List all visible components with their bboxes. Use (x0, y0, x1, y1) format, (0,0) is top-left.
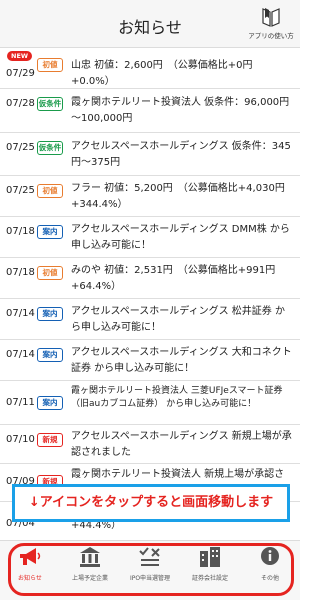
item-text: アクセルスペースホールディングス 新規上場が承認されました (71, 431, 292, 458)
tab-label: その他 (260, 575, 279, 582)
app-header: お知らせ アプリの使い方 (0, 0, 300, 48)
list-item[interactable]: 07/11 案内 霞ヶ関ホテルリート投資法人 三菱UFJeスマート証券（旧auカ… (0, 381, 300, 425)
category-badge: 初値 (37, 58, 63, 72)
list-item[interactable]: 07/18 初値 みのや 初値：2,531円 （公募価格比+991円 +64.4… (0, 258, 300, 299)
item-text: 山忠 初値：2,600円 （公募価格比+0円 +0.0%） (71, 60, 263, 87)
checklist-icon (139, 547, 160, 566)
item-date: 07/29 (6, 68, 35, 79)
list-item[interactable]: 07/28 仮条件 霞ヶ関ホテルリート投資法人 仮条件：96,000円～100,… (0, 89, 300, 133)
item-text: 霞ヶ関ホテルリート投資法人 仮条件：96,000円～100,000円 (71, 97, 290, 124)
book-icon (262, 8, 280, 27)
category-badge: 仮条件 (37, 141, 63, 155)
category-badge: 案内 (37, 396, 63, 410)
item-date: 07/25 (6, 142, 35, 153)
item-date: 07/14 (6, 308, 35, 319)
item-date: 07/11 (6, 397, 35, 408)
item-date: 07/25 (6, 185, 35, 196)
list-item[interactable]: 07/14 案内 アクセルスペースホールディングス 大和コネクト証券 から申し込… (0, 340, 300, 381)
bottom-tab-bar: お知らせ 上場予定企業 IPO申当選管理 証券会社設定 その他 (0, 540, 300, 600)
tab-upcoming-listings[interactable]: 上場予定企業 (60, 545, 120, 582)
tab-label: お知らせ (18, 575, 42, 582)
list-item[interactable]: 07/10 新規 アクセルスペースホールディングス 新規上場が承認されました (0, 425, 300, 464)
tap-guide-text: ↓アイコンをタップすると画面移動します (28, 495, 274, 510)
help-button[interactable]: アプリの使い方 (246, 6, 296, 40)
category-badge: 案内 (37, 307, 63, 321)
category-badge: 新規 (37, 433, 63, 447)
list-item[interactable]: 07/14 案内 アクセルスペースホールディングス 松井証券 から申し込み可能に… (0, 299, 300, 340)
category-badge: 仮条件 (37, 97, 63, 111)
tab-label: IPO申当選管理 (129, 575, 171, 582)
tap-guide-banner: ↓アイコンをタップすると画面移動します (12, 484, 290, 522)
list-item[interactable]: 07/25 初値 フラー 初値：5,200円 （公募価格比+4,030円 +34… (0, 176, 300, 217)
item-date: 07/18 (6, 267, 35, 278)
item-text: フラー 初値：5,200円 （公募価格比+4,030円 +344.4%） (71, 183, 295, 210)
item-date: 07/18 (6, 226, 35, 237)
item-text: みのや 初値：2,531円 （公募価格比+991円 +64.4%） (71, 265, 286, 292)
item-date: 07/14 (6, 349, 35, 360)
new-badge: NEW (7, 51, 33, 61)
list-item[interactable]: 07/18 案内 アクセルスペースホールディングス DMM株 から申し込み可能に… (0, 217, 300, 258)
category-badge: 初値 (37, 184, 63, 198)
item-date: 07/28 (6, 98, 35, 109)
category-badge: 案内 (37, 225, 63, 239)
tab-label: 上場予定企業 (71, 575, 108, 582)
category-badge: 案内 (37, 348, 63, 362)
item-date: 07/10 (6, 434, 35, 445)
buildings-icon (200, 547, 220, 567)
category-badge: 初値 (37, 266, 63, 280)
list-item[interactable]: NEW 07/29 初値 山忠 初値：2,600円 （公募価格比+0円 +0.0… (0, 48, 300, 89)
item-text: 霞ヶ関ホテルリート投資法人 三菱UFJeスマート証券（旧auカブコム証券） から… (71, 386, 283, 409)
tab-broker-settings[interactable]: 証券会社設定 (180, 545, 240, 582)
help-label: アプリの使い方 (248, 32, 294, 40)
bank-building-icon (80, 547, 100, 567)
tab-news[interactable]: お知らせ (0, 545, 60, 582)
tab-label: 証券会社設定 (191, 575, 228, 582)
item-text: アクセルスペースホールディングス DMM株 から申し込み可能に！ (71, 224, 290, 251)
item-text: アクセルスペースホールディングス 大和コネクト証券 から申し込み可能に！ (71, 347, 292, 374)
list-item[interactable]: 07/25 仮条件 アクセルスペースホールディングス 仮条件：345円～375円 (0, 133, 300, 176)
tab-ipo-management[interactable]: IPO申当選管理 (120, 545, 180, 582)
news-list: NEW 07/29 初値 山忠 初値：2,600円 （公募価格比+0円 +0.0… (0, 48, 300, 540)
tab-other[interactable]: その他 (240, 545, 300, 582)
info-icon (261, 547, 279, 565)
item-text: アクセルスペースホールディングス 仮条件：345円～375円 (71, 141, 291, 168)
megaphone-icon (20, 548, 41, 565)
item-text: アクセルスペースホールディングス 松井証券 から申し込み可能に！ (71, 306, 285, 333)
